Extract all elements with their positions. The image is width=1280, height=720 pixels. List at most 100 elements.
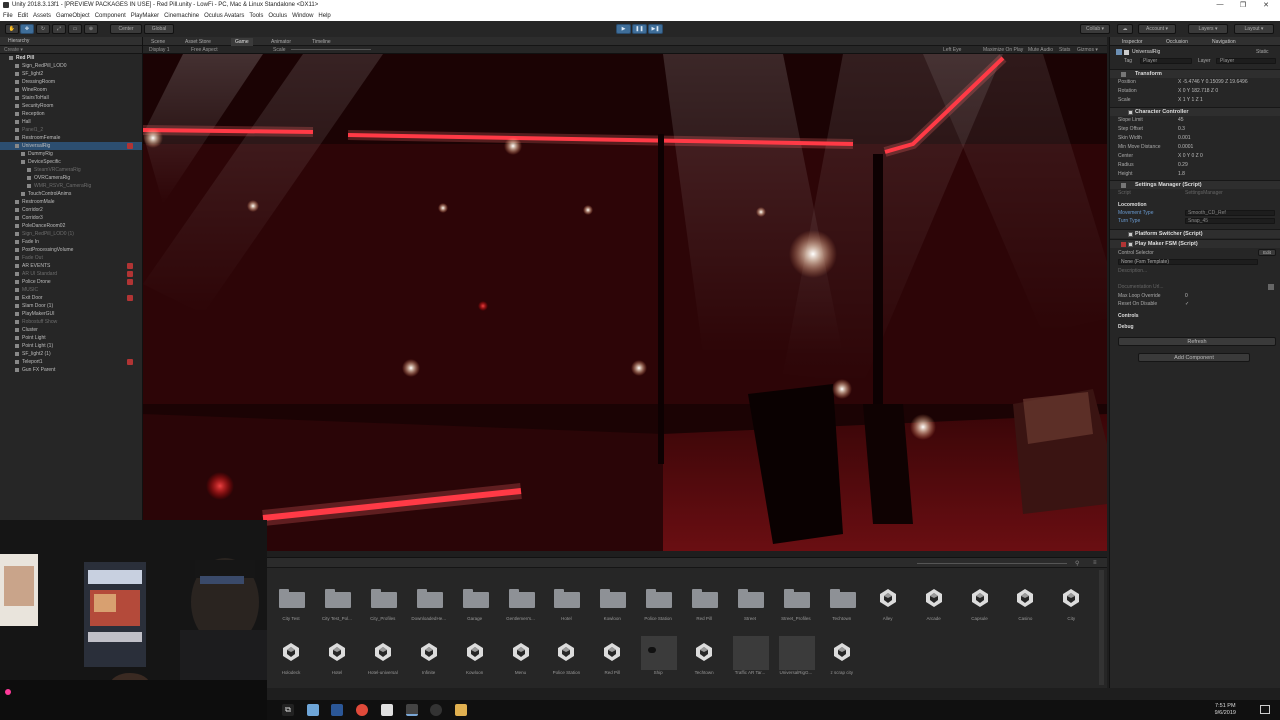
hierarchy-item[interactable]: OVRCameraRig <box>0 174 142 182</box>
hierarchy-item[interactable]: DressingRoom <box>0 78 142 86</box>
reset-on-disable-checkbox[interactable]: ✓ <box>1185 300 1189 308</box>
tab-asset-store[interactable]: Asset Store <box>181 38 215 46</box>
hierarchy-item[interactable]: Fade In <box>0 238 142 246</box>
link-icon[interactable] <box>1268 284 1274 290</box>
hierarchy-item[interactable]: Corridor2 <box>0 206 142 214</box>
folder-asset[interactable]: Garage <box>455 584 495 636</box>
tab-animator[interactable]: Animator <box>267 38 295 46</box>
scene-asset[interactable]: Alley <box>868 584 908 636</box>
property-value[interactable]: 0.3 <box>1178 125 1185 133</box>
hierarchy-item[interactable]: WMR_RSVR_CameraRig <box>0 182 142 190</box>
description-field[interactable]: Description... <box>1118 267 1147 275</box>
hierarchy-tab[interactable]: Hierarchy <box>0 37 142 46</box>
mute-audio-toggle[interactable]: Mute Audio <box>1028 46 1053 54</box>
character-controller-header[interactable]: Character Controller <box>1110 107 1280 116</box>
property-value[interactable]: X 0 Y 182.718 Z 0 <box>1178 87 1218 95</box>
hierarchy-item[interactable]: WineRoom <box>0 86 142 94</box>
settings-manager-header[interactable]: Settings Manager (Script) <box>1110 180 1280 189</box>
hierarchy-item[interactable]: Panel1_2 <box>0 126 142 134</box>
playmaker-badge-icon[interactable] <box>127 263 133 269</box>
menu-gameobject[interactable]: GameObject <box>56 11 90 21</box>
menu-oculus-avatars[interactable]: Oculus Avatars <box>204 11 244 21</box>
hierarchy-item[interactable]: Hall <box>0 118 142 126</box>
hierarchy-item[interactable]: PlayMakerGUI <box>0 310 142 318</box>
folder-asset[interactable]: Red Pill <box>684 584 724 636</box>
controls-foldout[interactable]: Controls <box>1110 312 1280 320</box>
property-value[interactable]: 0.0001 <box>1178 143 1193 151</box>
property-value[interactable]: 45 <box>1178 116 1184 124</box>
playmaker-badge-icon[interactable] <box>127 359 133 365</box>
chrome-icon[interactable] <box>356 704 368 716</box>
project-slider[interactable] <box>917 563 1067 564</box>
pivot-toggle[interactable]: Center <box>110 24 142 34</box>
playmaker-badge-icon[interactable] <box>127 295 133 301</box>
object-name[interactable]: UniversalRig <box>1132 48 1160 56</box>
scene-asset[interactable]: Holodeck <box>271 638 311 690</box>
property-value[interactable]: X -5.4746 Y 0.15099 Z 19.6496 <box>1178 78 1248 86</box>
rotate-tool-button[interactable]: ↻ <box>36 24 50 34</box>
hierarchy-item[interactable]: Cluster <box>0 326 142 334</box>
folder-asset[interactable]: Kowloon <box>592 584 632 636</box>
hierarchy-item[interactable]: UniversalRig <box>0 142 142 150</box>
file-explorer-icon[interactable] <box>307 704 319 716</box>
minimize-button[interactable]: — <box>1210 1 1230 8</box>
property-value[interactable]: 1.8 <box>1178 170 1185 178</box>
tab-occlusion[interactable]: Occlusion <box>1166 39 1188 45</box>
folder-asset[interactable]: City Test <box>271 584 311 636</box>
playmaker-checkbox[interactable] <box>1128 242 1133 247</box>
tab-inspector[interactable]: Inspector <box>1122 39 1143 45</box>
project-scrollbar[interactable] <box>1099 570 1104 685</box>
step-button[interactable]: ▶❚ <box>648 24 663 34</box>
notification-icon[interactable] <box>1260 705 1270 714</box>
hierarchy-item[interactable]: SF_light2 (1) <box>0 350 142 358</box>
stats-toggle[interactable]: Stats <box>1059 46 1070 54</box>
menu-help[interactable]: Help <box>318 11 330 21</box>
scene-asset[interactable]: UniversalRigG... <box>776 636 816 690</box>
playmaker-header[interactable]: Play Maker FSM (Script) <box>1110 239 1280 248</box>
account-dropdown[interactable]: Account ▾ <box>1138 24 1176 34</box>
scene-asset[interactable]: Red Pill <box>592 638 632 690</box>
scene-asset[interactable]: Kowloon <box>455 638 495 690</box>
platform-switcher-header[interactable]: Platform Switcher (Script) <box>1110 229 1280 238</box>
menu-playmaker[interactable]: PlayMaker <box>131 11 159 21</box>
hierarchy-item[interactable]: Sign_RedPill_LOD0 (1) <box>0 230 142 238</box>
property-value[interactable]: X 1 Y 1 Z 1 <box>1178 96 1203 104</box>
hand-tool-button[interactable]: ✋ <box>5 24 19 34</box>
folder-asset[interactable]: City Test_Pol... <box>317 584 357 636</box>
tab-timeline[interactable]: Timeline <box>308 38 335 46</box>
hierarchy-item[interactable]: AR EVENTS <box>0 262 142 270</box>
transform-tool-button[interactable]: ⊕ <box>84 24 98 34</box>
hierarchy-item[interactable]: Gun FX Parent <box>0 366 142 374</box>
taskview-icon[interactable]: ⧉ <box>282 704 294 716</box>
cloud-icon[interactable]: ☁ <box>1117 24 1133 34</box>
epic-launcher-icon[interactable] <box>381 704 393 716</box>
scene-asset[interactable]: Hotel-universal <box>363 638 403 690</box>
hierarchy-item[interactable]: Point Light (1) <box>0 342 142 350</box>
aspect-dropdown[interactable]: Free Aspect <box>191 46 218 54</box>
paint-icon[interactable] <box>455 704 467 716</box>
maximize-on-play-toggle[interactable]: Maximize On Play <box>983 46 1023 54</box>
folder-asset[interactable]: Street_Profiles <box>776 584 816 636</box>
lock-icon[interactable]: ≡ <box>1093 560 1097 566</box>
folder-asset[interactable]: City_Profiles <box>363 584 403 636</box>
hierarchy-item[interactable]: Teleport1 <box>0 358 142 366</box>
hierarchy-item[interactable]: Sign_RedPill_LOD0 <box>0 62 142 70</box>
platform-switcher-checkbox[interactable] <box>1128 232 1133 237</box>
maximize-button[interactable]: ❐ <box>1233 1 1253 9</box>
folder-asset[interactable]: Hotel <box>546 584 586 636</box>
menu-tools[interactable]: Tools <box>249 11 263 21</box>
hierarchy-item[interactable]: RestroomMale <box>0 198 142 206</box>
scene-asset[interactable]: Casino <box>1005 584 1045 636</box>
property-value[interactable]: 0.001 <box>1178 134 1191 142</box>
play-button[interactable]: ▶ <box>616 24 631 34</box>
character-controller-checkbox[interactable] <box>1128 110 1133 115</box>
tab-scene[interactable]: Scene <box>147 38 169 46</box>
tab-game[interactable]: Game <box>231 38 253 46</box>
tab-navigation[interactable]: Navigation <box>1212 39 1236 45</box>
word-icon[interactable] <box>331 704 343 716</box>
folder-asset[interactable]: Street <box>730 584 770 636</box>
scale-tool-button[interactable]: ⤢ <box>52 24 66 34</box>
hierarchy-item[interactable]: DeviceSpecific <box>0 158 142 166</box>
menu-edit[interactable]: Edit <box>18 11 28 21</box>
hierarchy-item[interactable]: Corridor3 <box>0 214 142 222</box>
